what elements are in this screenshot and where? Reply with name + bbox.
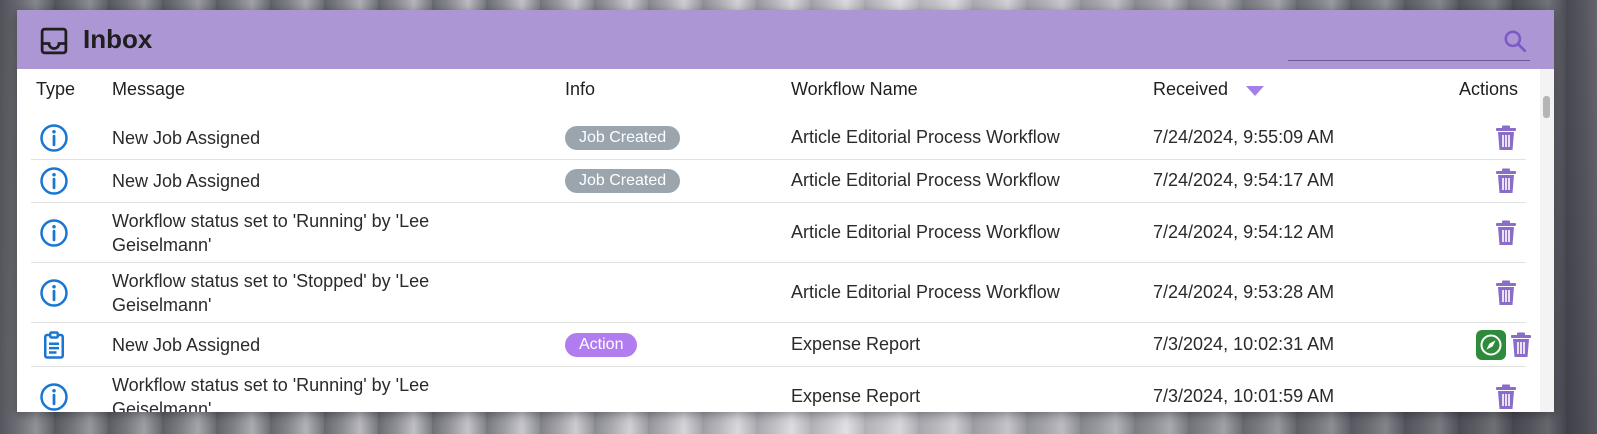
inbox-header: Inbox	[17, 10, 1554, 69]
table-row[interactable]: New Job Assigned Job Created Article Edito…	[31, 116, 1526, 160]
clipboard-icon	[39, 330, 69, 360]
trash-icon	[1495, 125, 1517, 155]
info-circle-icon	[39, 166, 69, 196]
delete-button[interactable]	[1495, 168, 1517, 194]
message-table-body: New Job Assigned Job Created Article Edito…	[31, 116, 1531, 412]
delete-button[interactable]	[1495, 220, 1517, 246]
message-text: Workflow status set to 'Running' by 'Lee…	[112, 375, 430, 412]
message-text: Workflow status set to 'Stopped' by 'Lee…	[112, 270, 430, 315]
info-badge: Job Created	[565, 169, 681, 193]
message-text: New Job Assigned	[112, 334, 261, 355]
info-badge: Action	[565, 332, 638, 357]
info-circle-icon	[39, 218, 69, 248]
workflow-name: Article Editorial Process Workflow	[791, 221, 1060, 242]
message-text: New Job Assigned	[112, 127, 261, 148]
column-received[interactable]: Received	[1153, 79, 1228, 100]
scrollbar-track[interactable]	[1540, 69, 1554, 412]
workflow-name: Expense Report	[791, 386, 921, 406]
workflow-name: Article Editorial Process Workflow	[791, 281, 1060, 302]
delete-button[interactable]	[1495, 125, 1517, 151]
delete-button[interactable]	[1510, 332, 1532, 358]
scrollbar-thumb[interactable]	[1543, 96, 1550, 118]
trash-icon	[1495, 280, 1517, 310]
table-row[interactable]: Workflow status set to 'Running' by 'Lee…	[31, 203, 1526, 263]
navigate-button[interactable]	[1476, 329, 1506, 360]
compass-icon	[1476, 334, 1506, 364]
received-timestamp: 7/3/2024, 10:01:59 AM	[1153, 386, 1335, 406]
message-text: Workflow status set to 'Running' by 'Lee…	[112, 210, 430, 255]
table-row[interactable]: Workflow status set to 'Stopped' by 'Lee…	[31, 263, 1526, 323]
trash-icon	[1495, 168, 1517, 198]
trash-icon	[1495, 384, 1517, 412]
table-row[interactable]: New Job Assigned Action Expense Report 7/3/…	[31, 323, 1531, 367]
delete-button[interactable]	[1495, 280, 1517, 306]
info-circle-icon	[39, 278, 69, 308]
trash-icon	[1510, 332, 1532, 362]
page-title: Inbox	[83, 24, 153, 54]
search-icon[interactable]	[1502, 28, 1528, 54]
table-row[interactable]: Workflow status set to 'Running' by 'Lee…	[31, 367, 1526, 412]
search-input[interactable]	[1288, 24, 1497, 60]
info-badge: Job Created	[565, 125, 681, 150]
sort-descending-icon[interactable]	[1245, 85, 1265, 97]
column-message[interactable]: Message	[112, 79, 185, 100]
trash-icon	[1495, 220, 1517, 250]
info-circle-icon	[39, 123, 69, 153]
delete-button[interactable]	[1495, 384, 1517, 410]
workflow-name: Article Editorial Process Workflow	[791, 126, 1060, 147]
column-actions: Actions	[1459, 79, 1519, 99]
table-header: Type Message Info Workflow Name Received…	[17, 69, 1554, 107]
info-circle-icon	[39, 382, 69, 412]
received-timestamp: 7/3/2024, 10:02:31 AM	[1153, 333, 1335, 354]
received-timestamp: 7/24/2024, 9:53:28 AM	[1153, 281, 1335, 302]
workflow-name: Article Editorial Process Workflow	[791, 170, 1060, 190]
column-info[interactable]: Info	[565, 79, 595, 100]
inbox-icon	[40, 27, 68, 55]
message-text: New Job Assigned	[112, 171, 261, 191]
received-timestamp: 7/24/2024, 9:55:09 AM	[1153, 126, 1335, 147]
workflow-name: Expense Report	[791, 333, 921, 354]
inbox-panel: Inbox Type Message Info Workflow Name Re…	[17, 10, 1554, 412]
column-type[interactable]: Type	[36, 79, 75, 100]
search-box	[1288, 24, 1530, 61]
received-timestamp: 7/24/2024, 9:54:17 AM	[1153, 170, 1335, 190]
table-row[interactable]: New Job Assigned Job Created Article Edito…	[31, 160, 1526, 203]
column-workflow-name[interactable]: Workflow Name	[791, 79, 918, 100]
received-timestamp: 7/24/2024, 9:54:12 AM	[1153, 221, 1335, 242]
